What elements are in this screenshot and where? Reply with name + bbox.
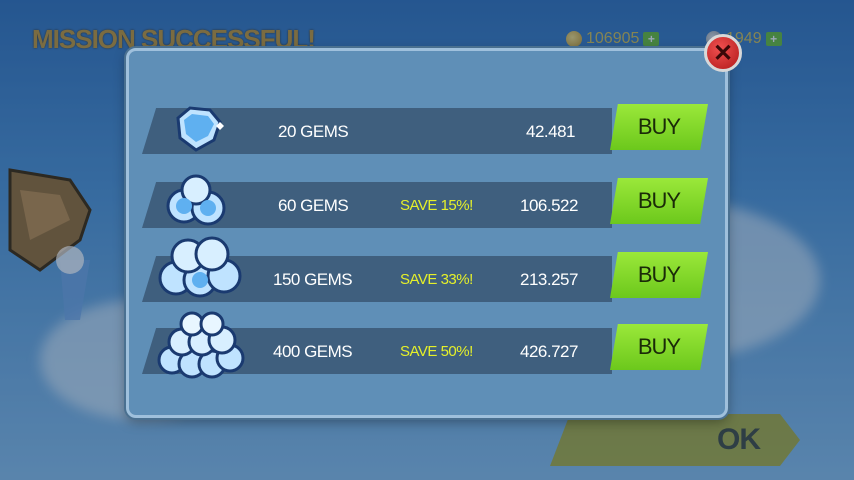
save-label: SAVE 15%! bbox=[400, 197, 473, 214]
price-label: 213.257 bbox=[520, 270, 578, 289]
gem-pack-medium-icon bbox=[166, 174, 226, 226]
close-icon[interactable]: ✕ bbox=[704, 34, 742, 72]
price-label: 42.481 bbox=[526, 122, 576, 141]
buy-label: BUY bbox=[637, 262, 681, 287]
gem-pack-small-icon bbox=[176, 106, 224, 152]
buy-label: BUY bbox=[637, 188, 681, 213]
gem-amount: 400 GEMS bbox=[273, 342, 353, 361]
buy-button[interactable]: BUY bbox=[610, 178, 708, 224]
gem-pack-huge-icon bbox=[157, 311, 245, 379]
gem-amount: 150 GEMS bbox=[273, 270, 353, 289]
gem-pack-large-icon bbox=[158, 236, 242, 298]
buy-label: BUY bbox=[637, 114, 681, 139]
buy-label: BUY bbox=[637, 334, 681, 359]
save-label: SAVE 50%! bbox=[400, 343, 473, 360]
gem-amount: 20 GEMS bbox=[278, 122, 349, 141]
buy-button[interactable]: BUY bbox=[610, 104, 708, 150]
price-label: 426.727 bbox=[520, 342, 578, 361]
price-label: 106.522 bbox=[520, 196, 578, 215]
buy-button[interactable]: BUY bbox=[610, 252, 708, 298]
gem-amount: 60 GEMS bbox=[278, 196, 349, 215]
buy-button[interactable]: BUY bbox=[610, 324, 708, 370]
save-label: SAVE 33%! bbox=[400, 271, 473, 288]
